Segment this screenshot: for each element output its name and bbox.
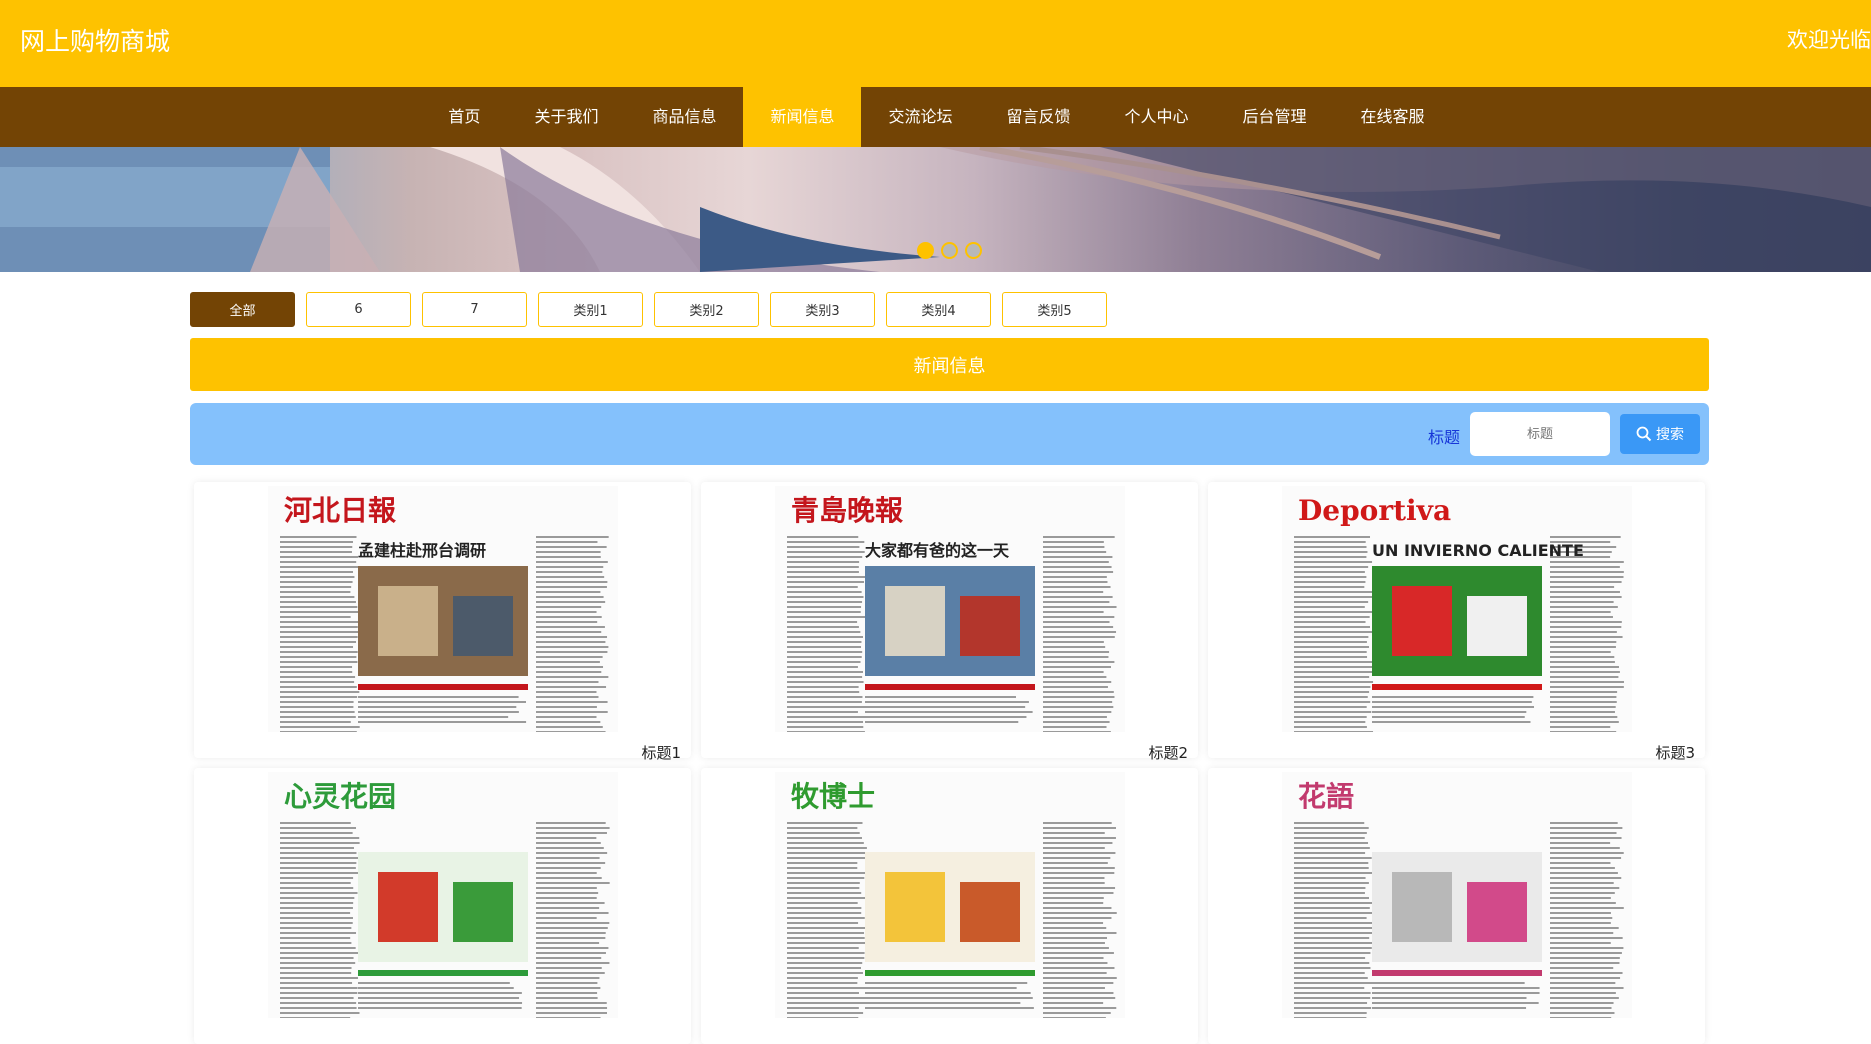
- news-card[interactable]: 花語: [1208, 768, 1705, 1044]
- filter-button[interactable]: 类别4: [886, 292, 991, 327]
- newspaper-thumbnail: 河北日報孟建柱赴邢台调研: [268, 486, 618, 732]
- filter-button[interactable]: 类别2: [654, 292, 759, 327]
- newspaper-masthead: 牧博士: [791, 780, 875, 813]
- top-header: 网上购物商城 欢迎光临: [0, 0, 1871, 87]
- newspaper-thumbnail: 花語: [1282, 772, 1632, 1018]
- filter-button[interactable]: 7: [422, 292, 527, 327]
- news-image[interactable]: 牧博士: [775, 772, 1125, 1018]
- nav-item[interactable]: 个人中心: [1098, 87, 1216, 147]
- nav-item[interactable]: 关于我们: [507, 87, 625, 147]
- nav-item[interactable]: 商品信息: [625, 87, 743, 147]
- filter-button[interactable]: 6: [306, 292, 411, 327]
- nav-item[interactable]: 后台管理: [1216, 87, 1334, 147]
- nav-item[interactable]: 留言反馈: [980, 87, 1098, 147]
- news-card[interactable]: 青島晚報大家都有爸的这一天标题2: [701, 482, 1198, 762]
- search-input[interactable]: [1470, 412, 1610, 456]
- section-title: 新闻信息: [190, 338, 1709, 391]
- search-icon: [1636, 426, 1652, 442]
- search-button-label: 搜索: [1656, 427, 1684, 443]
- search-bar: 标题 搜索: [190, 403, 1709, 465]
- news-image[interactable]: 心灵花园: [268, 772, 618, 1018]
- main-nav: 首页 关于我们 商品信息 新闻信息 交流论坛 留言反馈 个人中心 后台管理 在线客服: [0, 87, 1871, 147]
- welcome-text: 欢迎光临: [1787, 28, 1871, 52]
- category-filters: 全部 6 7 类别1 类别2 类别3 类别4 类别5: [190, 292, 1118, 327]
- nav-item[interactable]: 新闻信息: [743, 87, 862, 147]
- newspaper-headline: 大家都有爸的这一天: [865, 541, 1010, 560]
- news-title[interactable]: 标题2: [1148, 742, 1188, 763]
- banner-carousel[interactable]: [0, 147, 1871, 272]
- newspaper-thumbnail: 牧博士: [775, 772, 1125, 1018]
- nav-item[interactable]: 在线客服: [1334, 87, 1452, 147]
- newspaper-thumbnail: Deportiva UN INVIERNO CALIENTE: [1282, 486, 1632, 732]
- news-card[interactable]: 牧博士: [701, 768, 1198, 1044]
- site-title[interactable]: 网上购物商城: [20, 22, 170, 58]
- banner-image: [0, 147, 1871, 272]
- news-card[interactable]: 心灵花园: [194, 768, 691, 1044]
- newspaper-thumbnail: 青島晚報大家都有爸的这一天: [775, 486, 1125, 732]
- news-card[interactable]: Deportiva UN INVIERNO CALIENTE 标题3: [1208, 482, 1705, 762]
- filter-button[interactable]: 类别1: [538, 292, 643, 327]
- nav-items: 首页 关于我们 商品信息 新闻信息 交流论坛 留言反馈 个人中心 后台管理 在线客服: [421, 87, 1451, 147]
- newspaper-masthead: 心灵花园: [284, 780, 396, 813]
- newspaper-masthead: 青島晚報: [791, 494, 904, 527]
- nav-item[interactable]: 交流论坛: [861, 87, 979, 147]
- news-card[interactable]: 河北日報孟建柱赴邢台调研标题1: [194, 482, 691, 762]
- search-button[interactable]: 搜索: [1620, 414, 1700, 454]
- search-label: 标题: [1427, 428, 1460, 447]
- filter-button[interactable]: 类别3: [770, 292, 875, 327]
- newspaper-thumbnail: 心灵花园: [268, 772, 618, 1018]
- news-title[interactable]: 标题1: [641, 742, 681, 763]
- news-image[interactable]: Deportiva UN INVIERNO CALIENTE: [1282, 486, 1632, 732]
- filter-button[interactable]: 全部: [190, 292, 295, 327]
- newspaper-headline: 孟建柱赴邢台调研: [358, 541, 486, 560]
- news-image[interactable]: 青島晚報大家都有爸的这一天: [775, 486, 1125, 732]
- newspaper-masthead: Deportiva: [1298, 494, 1451, 527]
- newspaper-masthead: 花語: [1298, 780, 1354, 813]
- carousel-dot[interactable]: [917, 242, 934, 259]
- news-image[interactable]: 河北日報孟建柱赴邢台调研: [268, 486, 618, 732]
- newspaper-masthead: 河北日報: [284, 494, 397, 527]
- filter-button[interactable]: 类别5: [1002, 292, 1107, 327]
- news-image[interactable]: 花語: [1282, 772, 1632, 1018]
- nav-item[interactable]: 首页: [421, 87, 507, 147]
- newspaper-headline: UN INVIERNO CALIENTE: [1372, 541, 1584, 560]
- carousel-dot[interactable]: [965, 242, 982, 259]
- carousel-dot[interactable]: [941, 242, 958, 259]
- news-title[interactable]: 标题3: [1655, 742, 1695, 763]
